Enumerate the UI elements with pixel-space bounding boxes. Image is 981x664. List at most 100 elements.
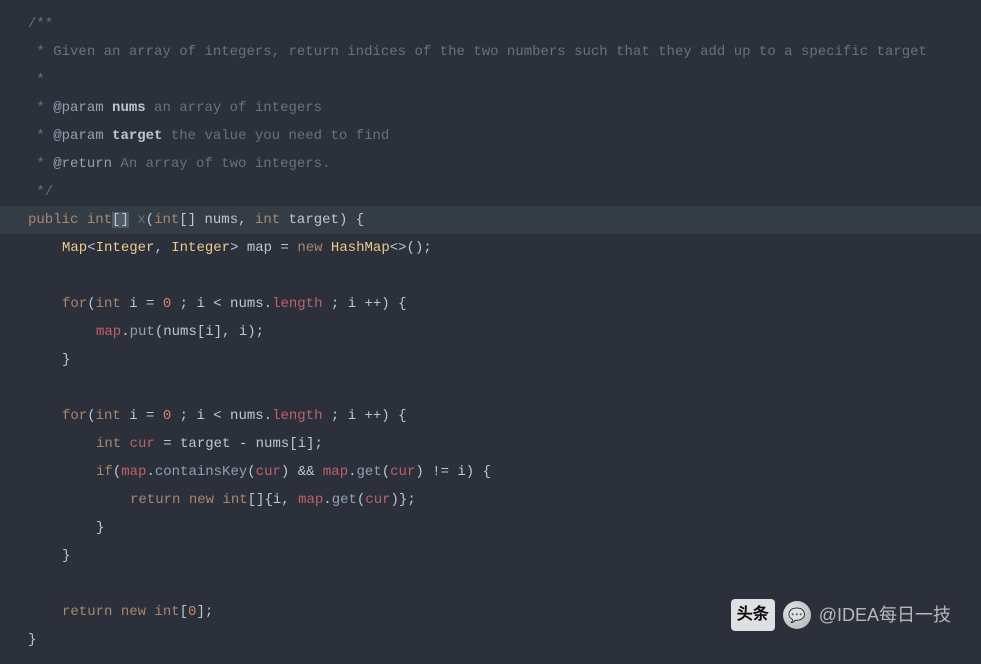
rest: ; i ++) { bbox=[323, 408, 407, 424]
rest: ; i ++) { bbox=[323, 296, 407, 312]
keyword-for: for bbox=[62, 408, 87, 424]
args: (nums[i], i); bbox=[155, 324, 264, 340]
param-desc: an array of integers bbox=[146, 100, 322, 116]
type-hashmap: HashMap bbox=[331, 240, 390, 256]
type-integer: Integer bbox=[96, 240, 155, 256]
return-desc: An array of two integers. bbox=[112, 156, 330, 172]
javadoc-prefix: * bbox=[28, 100, 53, 116]
param-name: target bbox=[104, 128, 163, 144]
paren: ( bbox=[247, 464, 255, 480]
var-i-eq: i = bbox=[129, 408, 163, 424]
code-line: return new int[]{i, map.get(cur)}; bbox=[0, 486, 981, 514]
array-brackets: [] bbox=[179, 212, 204, 228]
param-tag: @param bbox=[53, 100, 103, 116]
keyword-int: int bbox=[255, 212, 289, 228]
bracket-close: ] bbox=[120, 212, 128, 228]
keyword-int: int bbox=[87, 212, 112, 228]
dot: . bbox=[146, 464, 154, 480]
gt: > bbox=[230, 240, 247, 256]
code-line-empty bbox=[0, 570, 981, 598]
dot: . bbox=[348, 464, 356, 480]
brace-close: } bbox=[62, 352, 70, 368]
field-length: length bbox=[272, 296, 322, 312]
dot: . bbox=[121, 324, 129, 340]
javadoc-prefix: * bbox=[28, 128, 53, 144]
var-cur: cur bbox=[130, 436, 155, 452]
brace-close: } bbox=[96, 520, 104, 536]
keyword-for: for bbox=[62, 296, 87, 312]
javadoc-open: /** bbox=[28, 16, 53, 32]
code-line: /** bbox=[0, 10, 981, 38]
keyword-int: int bbox=[96, 296, 130, 312]
keyword-int: int bbox=[222, 492, 247, 508]
and: ) && bbox=[281, 464, 323, 480]
keyword-int: int bbox=[154, 604, 179, 620]
code-line: * @return An array of two integers. bbox=[0, 150, 981, 178]
comma: , bbox=[238, 212, 255, 228]
code-line: } bbox=[0, 346, 981, 374]
number-zero: 0 bbox=[163, 408, 171, 424]
method-get: get bbox=[357, 464, 382, 480]
method-get: get bbox=[332, 492, 357, 508]
type-integer: Integer bbox=[171, 240, 230, 256]
code-line: int cur = target - nums[i]; bbox=[0, 430, 981, 458]
param-tag: @param bbox=[53, 128, 103, 144]
keyword-int: int bbox=[96, 436, 130, 452]
param-name: nums bbox=[104, 100, 146, 116]
code-line: for(int i = 0 ; i < nums.length ; i ++) … bbox=[0, 402, 981, 430]
code-line: if(map.containsKey(cur) && map.get(cur) … bbox=[0, 458, 981, 486]
javadoc-text: Given an array of integers, return indic… bbox=[53, 44, 927, 60]
keyword-new: new bbox=[121, 604, 155, 620]
var-map: map bbox=[298, 492, 323, 508]
code-editor[interactable]: /** * Given an array of integers, return… bbox=[0, 0, 981, 664]
brace-close: } bbox=[62, 548, 70, 564]
var-cur: cur bbox=[390, 464, 415, 480]
brace-close: } bbox=[28, 632, 36, 648]
cond: ; i < nums. bbox=[171, 408, 272, 424]
code-line: } bbox=[0, 514, 981, 542]
keyword-new: new bbox=[297, 240, 331, 256]
code-line: * @param nums an array of integers bbox=[0, 94, 981, 122]
paren-open: ( bbox=[87, 296, 95, 312]
field-length: length bbox=[272, 408, 322, 424]
code-line: map.put(nums[i], i); bbox=[0, 318, 981, 346]
method-put: put bbox=[130, 324, 155, 340]
code-line-method-signature: public int[] x(int[] nums, int target) { bbox=[0, 206, 981, 234]
param-desc: the value you need to find bbox=[162, 128, 389, 144]
keyword-if: if bbox=[96, 464, 113, 480]
var-cur: cur bbox=[365, 492, 390, 508]
lt: < bbox=[87, 240, 95, 256]
code-line: } bbox=[0, 542, 981, 570]
javadoc-prefix: * bbox=[28, 156, 53, 172]
watermark-wechat-icon: 💬 bbox=[783, 601, 811, 629]
code-line: * Given an array of integers, return ind… bbox=[0, 38, 981, 66]
dot: . bbox=[323, 492, 331, 508]
type-map: Map bbox=[62, 240, 87, 256]
code-line: */ bbox=[0, 178, 981, 206]
method-containskey: containsKey bbox=[155, 464, 247, 480]
cond: ; i < nums. bbox=[171, 296, 272, 312]
var-map: map bbox=[323, 464, 348, 480]
var-i-eq: i = bbox=[129, 296, 163, 312]
var-map: map bbox=[96, 324, 121, 340]
paren: ( bbox=[113, 464, 121, 480]
bracket: [ bbox=[180, 604, 188, 620]
var-map: map bbox=[247, 240, 272, 256]
paren-open: ( bbox=[87, 408, 95, 424]
var-map: map bbox=[121, 464, 146, 480]
watermark-logo: 头条 bbox=[731, 599, 775, 631]
param-nums: nums bbox=[205, 212, 239, 228]
keyword-int: int bbox=[96, 408, 130, 424]
code-line-empty bbox=[0, 262, 981, 290]
keyword-new: new bbox=[189, 492, 223, 508]
eq: = bbox=[272, 240, 297, 256]
number-zero: 0 bbox=[163, 296, 171, 312]
keyword-public: public bbox=[28, 212, 87, 228]
code-line-empty bbox=[0, 374, 981, 402]
javadoc-empty: * bbox=[28, 72, 45, 88]
neq: ) != i) { bbox=[415, 464, 491, 480]
rest: = target - nums[i]; bbox=[155, 436, 323, 452]
watermark-handle: @IDEA每日一技 bbox=[819, 601, 951, 629]
var-cur: cur bbox=[256, 464, 281, 480]
code-line: * @param target the value you need to fi… bbox=[0, 122, 981, 150]
